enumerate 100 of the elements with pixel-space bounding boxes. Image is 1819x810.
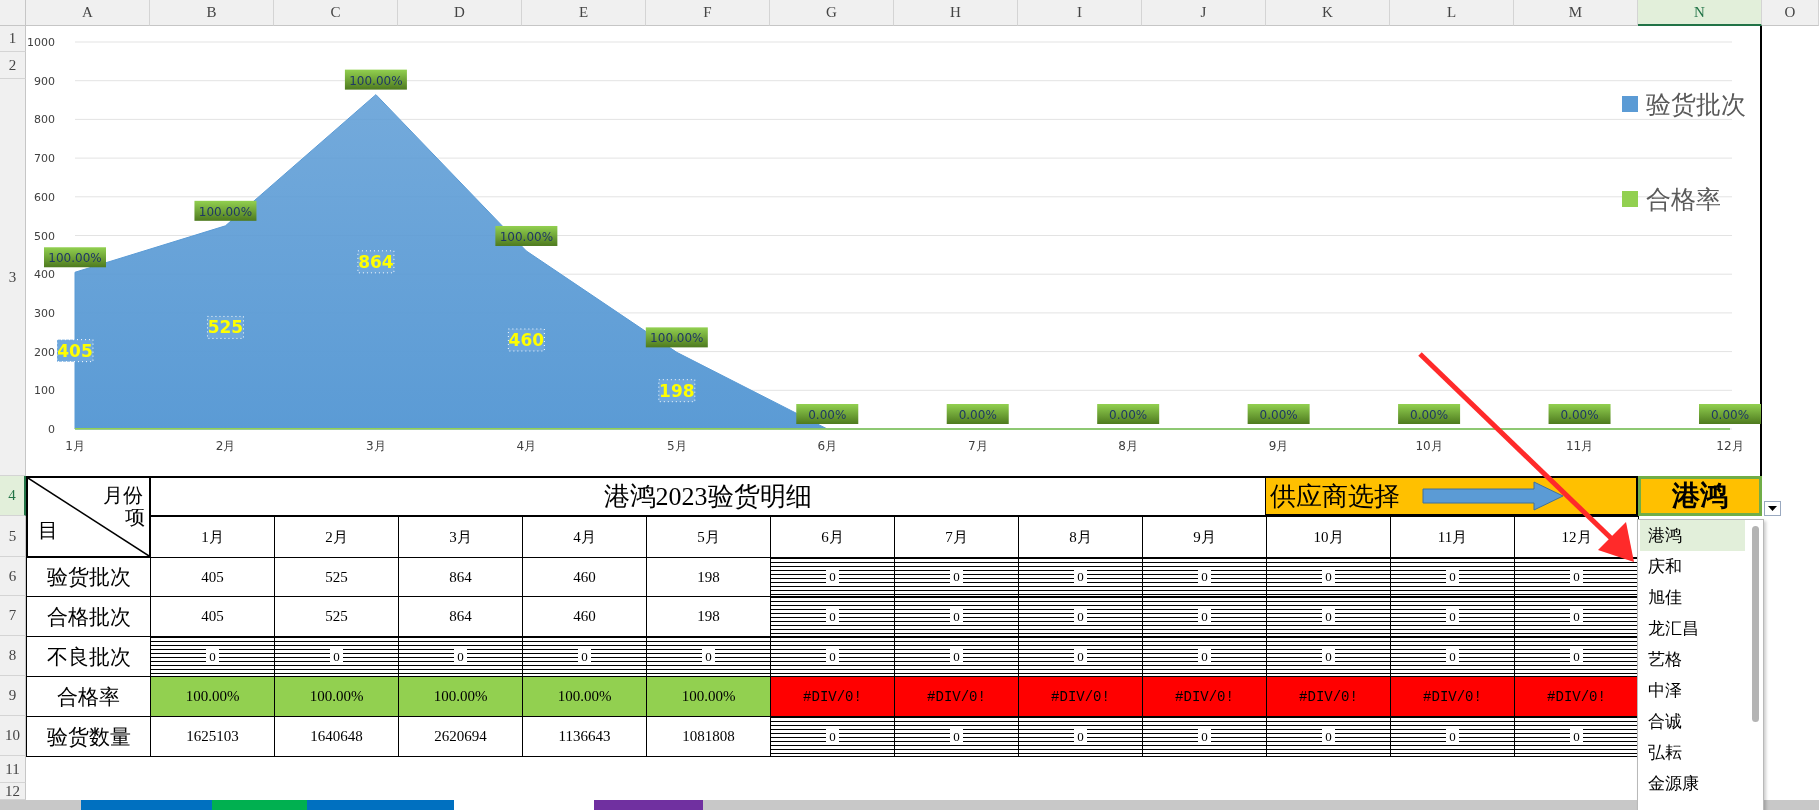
- column-header[interactable]: G: [770, 0, 894, 26]
- table-cell: 0: [398, 636, 523, 677]
- axis-label: 1月: [65, 439, 85, 453]
- table-cell: #DIV/0!: [1018, 676, 1143, 717]
- axis-label: 0: [48, 423, 55, 436]
- table-cell: 0: [1514, 716, 1639, 757]
- column-header[interactable]: M: [1514, 0, 1638, 26]
- dropdown-item[interactable]: 港鸿: [1640, 520, 1745, 551]
- table-cell: 0: [1514, 557, 1639, 597]
- table-cell: 0: [1266, 716, 1391, 757]
- row-header[interactable]: 12: [0, 783, 26, 800]
- data-label: 460: [507, 328, 545, 352]
- header-text: 目: [38, 518, 58, 543]
- table-cell: #DIV/0!: [1514, 676, 1639, 717]
- table-cell: 0: [894, 716, 1019, 757]
- row-header[interactable]: 7: [0, 596, 26, 636]
- table-cell: 100.00%: [522, 676, 647, 717]
- supplier-label: 供应商选择: [1270, 480, 1400, 513]
- table-cell: 0: [1266, 596, 1391, 637]
- dropdown-item[interactable]: 金源康: [1640, 768, 1745, 799]
- table-cell: 0: [1142, 596, 1267, 637]
- axis-label: 5月: [667, 439, 687, 453]
- row-header[interactable]: 1: [0, 26, 26, 52]
- column-header[interactable]: N: [1638, 0, 1762, 26]
- table-cell: 100.00%: [274, 676, 399, 717]
- table-cell: #DIV/0!: [1390, 676, 1515, 717]
- scrollbar-thumb[interactable]: [1752, 526, 1759, 722]
- axis-label: 700: [34, 152, 55, 166]
- axis-label: 900: [34, 74, 55, 88]
- dropdown-item[interactable]: 庆和: [1640, 551, 1745, 582]
- table-cell: #DIV/0!: [894, 676, 1019, 717]
- table-cell: 0: [150, 636, 275, 677]
- column-header[interactable]: E: [522, 0, 646, 26]
- table-cell: #DIV/0!: [1266, 676, 1391, 717]
- arrow-icon: [1422, 481, 1564, 511]
- column-header[interactable]: O: [1762, 0, 1819, 26]
- select-all-button[interactable]: [0, 0, 26, 26]
- column-header[interactable]: H: [894, 0, 1018, 26]
- table-cell: 0: [1514, 636, 1639, 677]
- table-cell: 0: [1018, 716, 1143, 757]
- axis-label: 100: [34, 384, 55, 398]
- table-cell: 0: [894, 636, 1019, 677]
- column-header[interactable]: A: [26, 0, 150, 26]
- column-header[interactable]: B: [150, 0, 274, 26]
- dropdown-item[interactable]: 艺格: [1640, 644, 1745, 675]
- table-cell: 0: [1266, 557, 1391, 597]
- column-header[interactable]: F: [646, 0, 770, 26]
- table-cell: 0: [1390, 716, 1515, 757]
- axis-label: 600: [34, 190, 55, 204]
- column-header[interactable]: C: [274, 0, 398, 26]
- table-cell: 0: [1142, 636, 1267, 677]
- column-header[interactable]: K: [1266, 0, 1390, 26]
- table-cell: 0: [274, 636, 399, 677]
- legend-label: 合格率: [1646, 185, 1721, 214]
- column-header[interactable]: J: [1142, 0, 1266, 26]
- column-header[interactable]: L: [1390, 0, 1514, 26]
- table-cell: 0: [770, 557, 895, 597]
- axis-label: 300: [34, 306, 55, 320]
- table-cell: 0: [1390, 636, 1515, 677]
- row-header[interactable]: 3: [0, 79, 26, 476]
- axis-label: 500: [34, 229, 55, 243]
- axis-label: 1000: [27, 36, 55, 49]
- row-header[interactable]: 9: [0, 676, 26, 716]
- axis-label: 2月: [215, 439, 236, 453]
- row-header[interactable]: 8: [0, 636, 26, 676]
- table-cell: 0: [646, 636, 771, 677]
- dropdown-item[interactable]: 龙汇昌: [1640, 613, 1745, 644]
- column-header[interactable]: D: [398, 0, 522, 26]
- axis-label: 10月: [1415, 439, 1443, 453]
- row-header[interactable]: 6: [0, 557, 26, 596]
- column-header[interactable]: I: [1018, 0, 1142, 26]
- dropdown-button[interactable]: [1764, 501, 1781, 516]
- data-label: 0.00%: [946, 404, 1009, 424]
- row-header[interactable]: 11: [0, 756, 26, 783]
- dropdown-item[interactable]: 中泽: [1640, 675, 1745, 706]
- row-header[interactable]: 4: [0, 476, 26, 516]
- row-header[interactable]: 5: [0, 516, 26, 557]
- axis-label: 6月: [817, 439, 838, 453]
- table-cell: 100.00%: [150, 676, 275, 717]
- table-cell: 0: [894, 596, 1019, 637]
- row-header[interactable]: 2: [0, 52, 26, 79]
- table-cell: 0: [1514, 596, 1639, 637]
- axis-label: 400: [34, 268, 55, 282]
- data-label: 0.00%: [1398, 404, 1461, 424]
- supplier-cell[interactable]: 港鸿: [1638, 476, 1762, 516]
- table-cell: 0: [1142, 557, 1267, 597]
- table-cell: 0: [1390, 557, 1515, 597]
- dropdown-item[interactable]: 旭佳: [1640, 582, 1745, 613]
- table-cell: 0: [1018, 636, 1143, 677]
- dropdown-item[interactable]: 合诚: [1640, 706, 1745, 737]
- table-cell: #DIV/0!: [1142, 676, 1267, 717]
- data-label: 0.00%: [1548, 404, 1611, 424]
- data-label: 100.00%: [44, 247, 106, 268]
- data-label: 0.00%: [1097, 404, 1160, 424]
- dropdown-item[interactable]: 弘耘: [1640, 737, 1745, 768]
- row-header[interactable]: 10: [0, 716, 26, 756]
- data-label: 0.00%: [1247, 404, 1310, 424]
- axis-label: 12月: [1716, 439, 1744, 453]
- data-label: 0.00%: [796, 404, 859, 424]
- header-text: 项: [125, 505, 145, 530]
